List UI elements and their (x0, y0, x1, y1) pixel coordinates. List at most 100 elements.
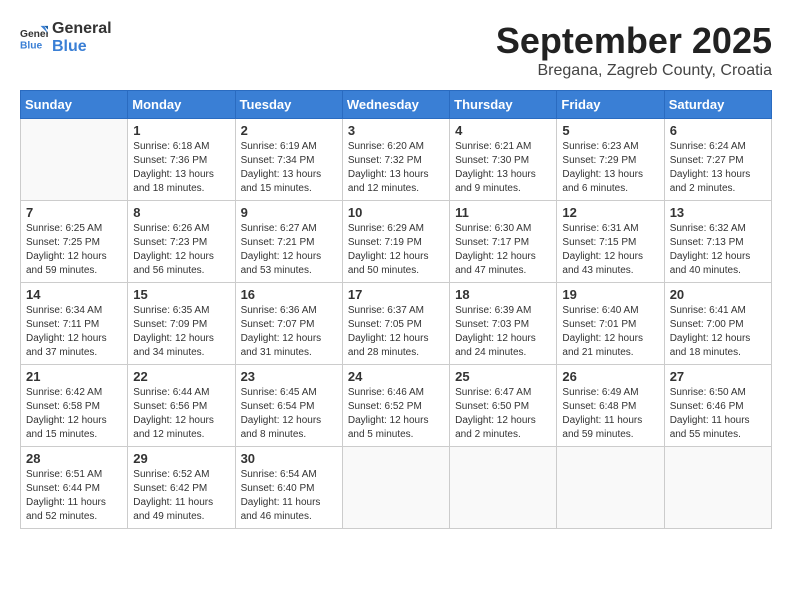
calendar-cell: 16Sunrise: 6:36 AMSunset: 7:07 PMDayligh… (235, 283, 342, 365)
calendar-cell: 13 Sunrise: 6:32 AMSunset: 7:13 PMDayligh… (664, 201, 771, 283)
week-row-2: 7Sunrise: 6:25 AMSunset: 7:25 PMDaylight… (21, 201, 772, 283)
calendar-table: SundayMondayTuesdayWednesdayThursdayFrid… (20, 90, 772, 529)
day-info: Sunrise: 6:41 AMSunset: 7:00 PMDaylight:… (670, 304, 766, 360)
day-number: 11 (455, 205, 551, 220)
day-info: Sunrise: 6:52 AMSunset: 6:42 PMDaylight:… (133, 468, 229, 524)
calendar-cell: 5Sunrise: 6:23 AMSunset: 7:29 PMDaylight… (557, 119, 664, 201)
day-number: 23 (241, 369, 337, 384)
calendar-cell: 11 Sunrise: 6:30 AMSunset: 7:17 PMDayligh… (450, 201, 557, 283)
weekday-header-friday: Friday (557, 91, 664, 119)
day-number: 4 (455, 123, 551, 138)
calendar-cell: 2 Sunrise: 6:19 AMSunset: 7:34 PMDaylight… (235, 119, 342, 201)
calendar-cell: 19 Sunrise: 6:40 AMSunset: 7:01 PMDayligh… (557, 283, 664, 365)
day-number: 27 (670, 369, 766, 384)
calendar-cell: 10 Sunrise: 6:29 AMSunset: 7:19 PMDayligh… (342, 201, 449, 283)
day-number: 1 (133, 123, 229, 138)
calendar-cell (450, 447, 557, 529)
logo-icon: General Blue (20, 24, 48, 52)
weekday-header-sunday: Sunday (21, 91, 128, 119)
calendar-cell: 26 Sunrise: 6:49 AMSunset: 6:48 PMDayligh… (557, 365, 664, 447)
day-number: 10 (348, 205, 444, 220)
day-info: Sunrise: 6:26 AMSunset: 7:23 PMDaylight:… (133, 222, 229, 278)
calendar-cell: 18 Sunrise: 6:39 AMSunset: 7:03 PMDayligh… (450, 283, 557, 365)
weekday-header-monday: Monday (128, 91, 235, 119)
day-info: Sunrise: 6:37 AMSunset: 7:05 PMDaylight:… (348, 304, 444, 360)
day-number: 24 (348, 369, 444, 384)
day-info: Sunrise: 6:42 AMSunset: 6:58 PMDaylight:… (26, 386, 122, 442)
calendar-cell (664, 447, 771, 529)
day-info: Sunrise: 6:54 AMSunset: 6:40 PMDaylight:… (241, 468, 337, 524)
logo-general-text: General (52, 20, 112, 38)
day-info: Sunrise: 6:36 AMSunset: 7:07 PMDaylight:… (241, 304, 337, 360)
calendar-cell: 4 Sunrise: 6:21 AMSunset: 7:30 PMDaylight… (450, 119, 557, 201)
page-header: General Blue General Blue September 2025… (20, 20, 772, 80)
svg-text:General: General (20, 29, 48, 40)
weekday-header-saturday: Saturday (664, 91, 771, 119)
day-info: Sunrise: 6:21 AMSunset: 7:30 PMDaylight:… (455, 140, 551, 196)
day-number: 22 (133, 369, 229, 384)
day-info: Sunrise: 6:18 AMSunset: 7:36 PMDaylight:… (133, 140, 229, 196)
calendar-cell: 14Sunrise: 6:34 AMSunset: 7:11 PMDayligh… (21, 283, 128, 365)
logo: General Blue General Blue (20, 20, 112, 55)
day-number: 30 (241, 451, 337, 466)
calendar-cell: 25Sunrise: 6:47 AMSunset: 6:50 PMDayligh… (450, 365, 557, 447)
day-number: 9 (241, 205, 337, 220)
calendar-cell: 17 Sunrise: 6:37 AMSunset: 7:05 PMDayligh… (342, 283, 449, 365)
day-info: Sunrise: 6:35 AMSunset: 7:09 PMDaylight:… (133, 304, 229, 360)
calendar-cell: 30 Sunrise: 6:54 AMSunset: 6:40 PMDayligh… (235, 447, 342, 529)
calendar-cell (557, 447, 664, 529)
day-number: 29 (133, 451, 229, 466)
day-info: Sunrise: 6:45 AMSunset: 6:54 PMDaylight:… (241, 386, 337, 442)
day-info: Sunrise: 6:29 AMSunset: 7:19 PMDaylight:… (348, 222, 444, 278)
title-area: September 2025 Bregana, Zagreb County, C… (496, 20, 772, 80)
month-title: September 2025 (496, 20, 772, 62)
weekday-header-row: SundayMondayTuesdayWednesdayThursdayFrid… (21, 91, 772, 119)
calendar-cell: 29 Sunrise: 6:52 AMSunset: 6:42 PMDayligh… (128, 447, 235, 529)
calendar-cell (342, 447, 449, 529)
day-number: 6 (670, 123, 766, 138)
calendar-cell: 1 Sunrise: 6:18 AMSunset: 7:36 PMDaylight… (128, 119, 235, 201)
logo-blue-text: Blue (52, 38, 112, 56)
day-number: 18 (455, 287, 551, 302)
calendar-cell: 27 Sunrise: 6:50 AMSunset: 6:46 PMDayligh… (664, 365, 771, 447)
day-info: Sunrise: 6:20 AMSunset: 7:32 PMDaylight:… (348, 140, 444, 196)
day-number: 12 (562, 205, 658, 220)
weekday-header-wednesday: Wednesday (342, 91, 449, 119)
day-info: Sunrise: 6:49 AMSunset: 6:48 PMDaylight:… (562, 386, 658, 442)
location-title: Bregana, Zagreb County, Croatia (496, 62, 772, 80)
calendar-cell: 9 Sunrise: 6:27 AMSunset: 7:21 PMDaylight… (235, 201, 342, 283)
day-number: 15 (133, 287, 229, 302)
day-number: 17 (348, 287, 444, 302)
calendar-cell: 7Sunrise: 6:25 AMSunset: 7:25 PMDaylight… (21, 201, 128, 283)
day-number: 26 (562, 369, 658, 384)
day-number: 8 (133, 205, 229, 220)
day-info: Sunrise: 6:51 AMSunset: 6:44 PMDaylight:… (26, 468, 122, 524)
week-row-1: 1 Sunrise: 6:18 AMSunset: 7:36 PMDaylight… (21, 119, 772, 201)
calendar-cell: 15 Sunrise: 6:35 AMSunset: 7:09 PMDayligh… (128, 283, 235, 365)
svg-text:Blue: Blue (20, 40, 43, 51)
day-info: Sunrise: 6:19 AMSunset: 7:34 PMDaylight:… (241, 140, 337, 196)
day-number: 13 (670, 205, 766, 220)
day-info: Sunrise: 6:40 AMSunset: 7:01 PMDaylight:… (562, 304, 658, 360)
day-info: Sunrise: 6:50 AMSunset: 6:46 PMDaylight:… (670, 386, 766, 442)
calendar-cell: 3 Sunrise: 6:20 AMSunset: 7:32 PMDaylight… (342, 119, 449, 201)
day-info: Sunrise: 6:25 AMSunset: 7:25 PMDaylight:… (26, 222, 122, 278)
day-info: Sunrise: 6:27 AMSunset: 7:21 PMDaylight:… (241, 222, 337, 278)
day-info: Sunrise: 6:46 AMSunset: 6:52 PMDaylight:… (348, 386, 444, 442)
calendar-cell: 22Sunrise: 6:44 AMSunset: 6:56 PMDayligh… (128, 365, 235, 447)
day-info: Sunrise: 6:34 AMSunset: 7:11 PMDaylight:… (26, 304, 122, 360)
day-info: Sunrise: 6:32 AMSunset: 7:13 PMDaylight:… (670, 222, 766, 278)
day-number: 3 (348, 123, 444, 138)
calendar-cell: 8 Sunrise: 6:26 AMSunset: 7:23 PMDaylight… (128, 201, 235, 283)
day-info: Sunrise: 6:30 AMSunset: 7:17 PMDaylight:… (455, 222, 551, 278)
day-number: 5 (562, 123, 658, 138)
day-number: 20 (670, 287, 766, 302)
weekday-header-thursday: Thursday (450, 91, 557, 119)
day-number: 2 (241, 123, 337, 138)
day-info: Sunrise: 6:47 AMSunset: 6:50 PMDaylight:… (455, 386, 551, 442)
day-info: Sunrise: 6:39 AMSunset: 7:03 PMDaylight:… (455, 304, 551, 360)
calendar-cell: 20 Sunrise: 6:41 AMSunset: 7:00 PMDayligh… (664, 283, 771, 365)
calendar-cell (21, 119, 128, 201)
week-row-4: 21Sunrise: 6:42 AMSunset: 6:58 PMDayligh… (21, 365, 772, 447)
day-number: 19 (562, 287, 658, 302)
